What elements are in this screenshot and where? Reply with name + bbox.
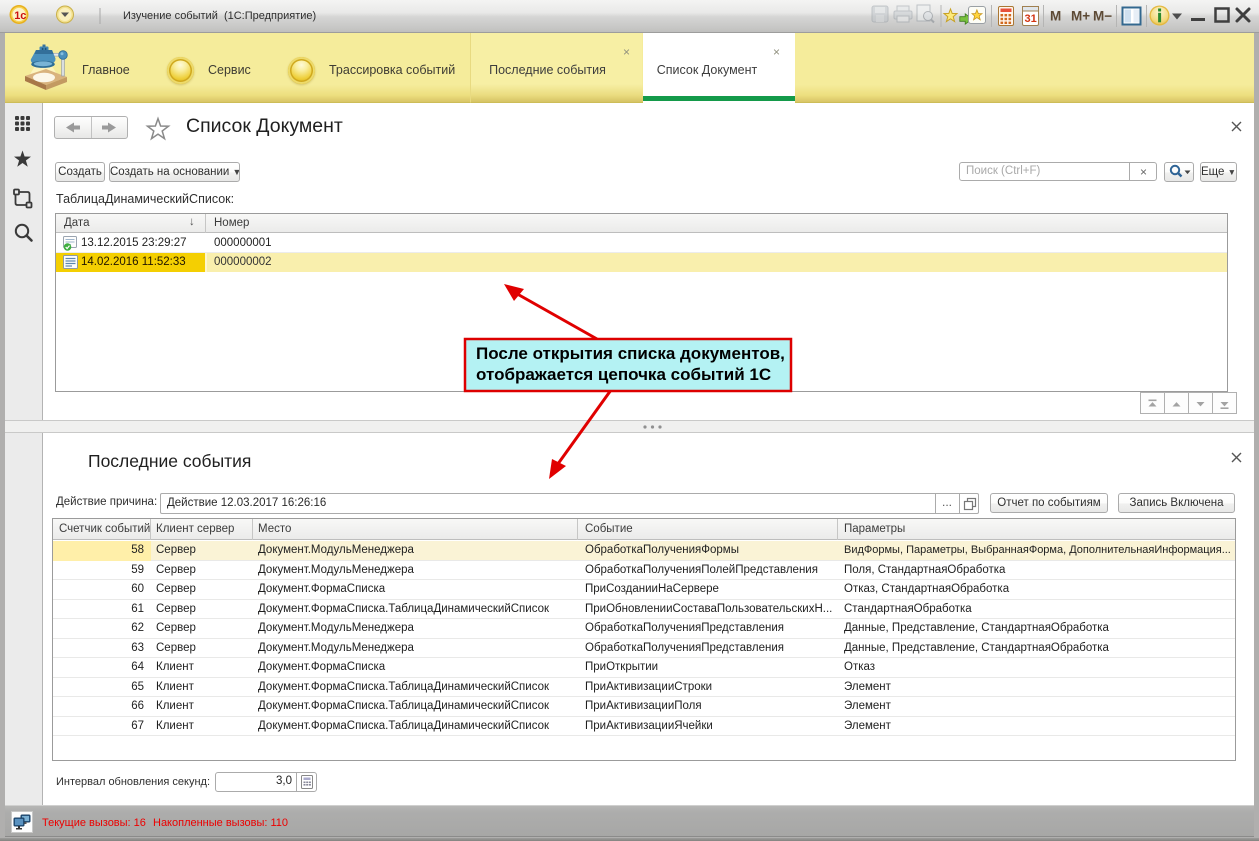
svg-text:M+: M+ [1071, 9, 1090, 24]
svg-text:1с: 1с [14, 10, 26, 22]
svg-text:31: 31 [1025, 13, 1037, 25]
svg-text:M: M [1050, 9, 1061, 24]
svg-text:M−: M− [1093, 9, 1112, 24]
